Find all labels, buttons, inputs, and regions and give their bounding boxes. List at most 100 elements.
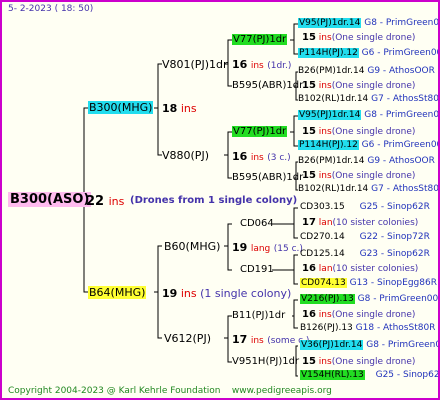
b595b-node[interactable]: B595(ABR)1dr (232, 172, 303, 184)
v880-inbreeding: 16 ins (3 c.) (232, 150, 291, 164)
gen4-row[interactable]: B126(PJ).13 G18 - AthosSt80R (300, 323, 435, 334)
gen4-row[interactable]: CD125.14 G23 - Sinop62R (300, 249, 430, 260)
v612-node[interactable]: V612(PJ) (164, 332, 211, 345)
v880-node[interactable]: V880(PJ) (162, 149, 209, 162)
gen4-row[interactable]: V95(PJ)1dr.14 G8 - PrimGreen00 (298, 18, 438, 29)
gen4-inbreeding: 16 lan(10 sister colonies) (302, 263, 418, 275)
sire-lower-name: B64(MHG) (88, 286, 147, 299)
root-queen[interactable]: B300(ASO) (8, 192, 92, 207)
root-note: (Drones from 1 single colony) (130, 195, 298, 206)
root-inbreeding: 22 ins (86, 194, 124, 209)
gen4-name: CD303.15 (300, 202, 345, 212)
cd064-name: CD064 (240, 218, 274, 229)
gen4-source: G7 - AthosSt80R (371, 184, 440, 194)
b60-inbreeding: 19 lang (15 c.) (232, 241, 303, 255)
gen4-ins: ins (318, 33, 332, 43)
gen4-row[interactable]: CD074.13 G13 - SinopEgg86R (300, 278, 437, 289)
gen4-row[interactable]: V36(PJ)1dr.14 G8 - PrimGreen00 (300, 340, 440, 351)
sire-lower-note: (1 single colony) (200, 287, 292, 300)
b595a-node[interactable]: B595(ABR)1dr (232, 80, 303, 92)
gen4-ins: lan (318, 264, 333, 274)
root-inbreeding-value: 22 (86, 194, 105, 209)
copyright-text: Copyright 2004-2023 @ Karl Kehrle Founda… (8, 386, 221, 396)
b595b-name: B595(ABR)1dr (232, 172, 304, 183)
gen4-row[interactable]: B102(RL)1dr.14 G7 - AthosSt80R (298, 184, 440, 195)
gen4-name: V36(PJ)1dr.14 (300, 340, 364, 350)
gen4-source: G25 - Sinop62R (359, 202, 430, 212)
gen4-ins: ins (318, 357, 332, 367)
v77b-name: V77(PJ)1dr (232, 126, 288, 137)
cd191-name: CD191 (240, 264, 274, 275)
b11-name: B11(PJ)1dr (232, 310, 286, 321)
v880-ins: ins (250, 153, 264, 163)
gen4-row[interactable]: V154H(RL).13 G25 - Sinop62R (300, 370, 438, 381)
gen4-note: (10 sister colonies) (332, 218, 419, 228)
cd064-node[interactable]: CD064 (240, 218, 274, 230)
gen4-source: G13 - SinopEgg86R (349, 278, 437, 288)
gen4-row[interactable]: B26(PM)1dr.14 G9 - AthosOOR (298, 156, 435, 167)
gen4-note: (One single drone) (331, 33, 416, 43)
gen4-name: V154H(RL).13 (300, 370, 365, 380)
gen4-name: B102(RL)1dr.14 (298, 94, 369, 104)
gen4-name: P114H(PJ).12 (298, 48, 359, 58)
dam-upper-name: B300(MHG) (88, 101, 154, 114)
gen4-row[interactable]: B102(RL)1dr.14 G7 - AthosSt80R (298, 94, 438, 105)
v612-num: 17 (232, 333, 248, 346)
sire-lower[interactable]: B64(MHG) (88, 286, 147, 299)
b60-node[interactable]: B60(MHG) (164, 240, 220, 253)
v801-ins: ins (250, 61, 264, 71)
v801-node[interactable]: V801(PJ)1dr (162, 58, 227, 71)
gen4-row[interactable]: B26(PM)1dr.14 G9 - AthosOOR (298, 66, 435, 77)
b11-node[interactable]: B11(PJ)1dr (232, 310, 285, 322)
b60-ins: lang (250, 244, 271, 254)
dam-upper[interactable]: B300(MHG) (88, 101, 154, 114)
b60-note: (15 c.) (273, 244, 303, 254)
v77b-node[interactable]: V77(PJ)1dr (232, 126, 288, 138)
gen4-name: P114H(PJ).12 (298, 140, 359, 150)
root-queen-name: B300(ASO) (8, 192, 92, 207)
root-ins-label: ins (108, 195, 125, 208)
v612-name: V612(PJ) (164, 332, 211, 345)
gen4-source: G6 - PrimGreen00 (361, 140, 440, 150)
gen4-inbreeding: 15 ins(One single drone) (302, 356, 415, 368)
gen4-row[interactable]: P114H(PJ).12 G6 - PrimGreen00 (298, 48, 440, 59)
v951h-node[interactable]: V951H(PJ)1dr (232, 356, 299, 368)
v77a-node[interactable]: V77(PJ)1dr (232, 34, 288, 46)
gen4-note: (10 sister colonies) (332, 264, 419, 274)
sire-lower-inbreeding: 19 ins (1 single colony) (162, 287, 291, 300)
gen4-name: CD270.14 (300, 232, 345, 242)
v880-note: (3 c.) (267, 153, 291, 163)
gen4-source: G6 - PrimGreen00 (361, 48, 440, 58)
gen4-row[interactable]: CD270.14 G22 - Sinop72R (300, 232, 430, 243)
gen4-name: CD074.13 (300, 278, 347, 288)
gen4-inbreeding: 15 ins(One single drone) (302, 80, 415, 92)
gen4-row[interactable]: CD303.15 G25 - Sinop62R (300, 202, 430, 213)
gen4-name: V95(PJ)1dr.14 (298, 18, 362, 28)
gen4-note: (One single drone) (331, 310, 416, 320)
copyright-footer: Copyright 2004-2023 @ Karl Kehrle Founda… (8, 386, 332, 397)
gen4-ins: ins (318, 310, 332, 320)
dam-upper-num: 18 (162, 102, 178, 115)
b595a-name: B595(ABR)1dr (232, 80, 304, 91)
gen4-source: G8 - PrimGreen00 (364, 110, 440, 120)
v880-name: V880(PJ) (162, 149, 209, 162)
gen4-note: (One single drone) (331, 81, 416, 91)
sire-lower-num: 19 (162, 287, 178, 300)
cd191-node[interactable]: CD191 (240, 264, 274, 276)
b60-num: 19 (232, 241, 248, 254)
v801-name: V801(PJ)1dr (162, 58, 228, 71)
gen4-row[interactable]: P114H(PJ).12 G6 - PrimGreen00 (298, 140, 440, 151)
gen4-num: 17 (302, 217, 316, 228)
gen4-note: (One single drone) (331, 357, 416, 367)
gen4-row[interactable]: V216(PJ).13 G8 - PrimGreen00 (300, 294, 438, 305)
gen4-name: V216(PJ).13 (300, 294, 355, 304)
dam-upper-inbreeding: 18 ins (162, 102, 197, 115)
site-link[interactable]: www.pedigreeapis.org (232, 386, 332, 396)
gen4-source: G8 - PrimGreen00 (366, 340, 440, 350)
gen4-name: B26(PM)1dr.14 (298, 66, 365, 76)
v801-inbreeding: 16 ins (1dr.) (232, 58, 291, 72)
gen4-name: B102(RL)1dr.14 (298, 184, 369, 194)
print-date: 5- 2-2023 ( 18: 50) (8, 4, 94, 14)
gen4-row[interactable]: V95(PJ)1dr.14 G8 - PrimGreen00 (298, 110, 440, 121)
gen4-inbreeding: 17 lan(10 sister colonies) (302, 217, 418, 229)
